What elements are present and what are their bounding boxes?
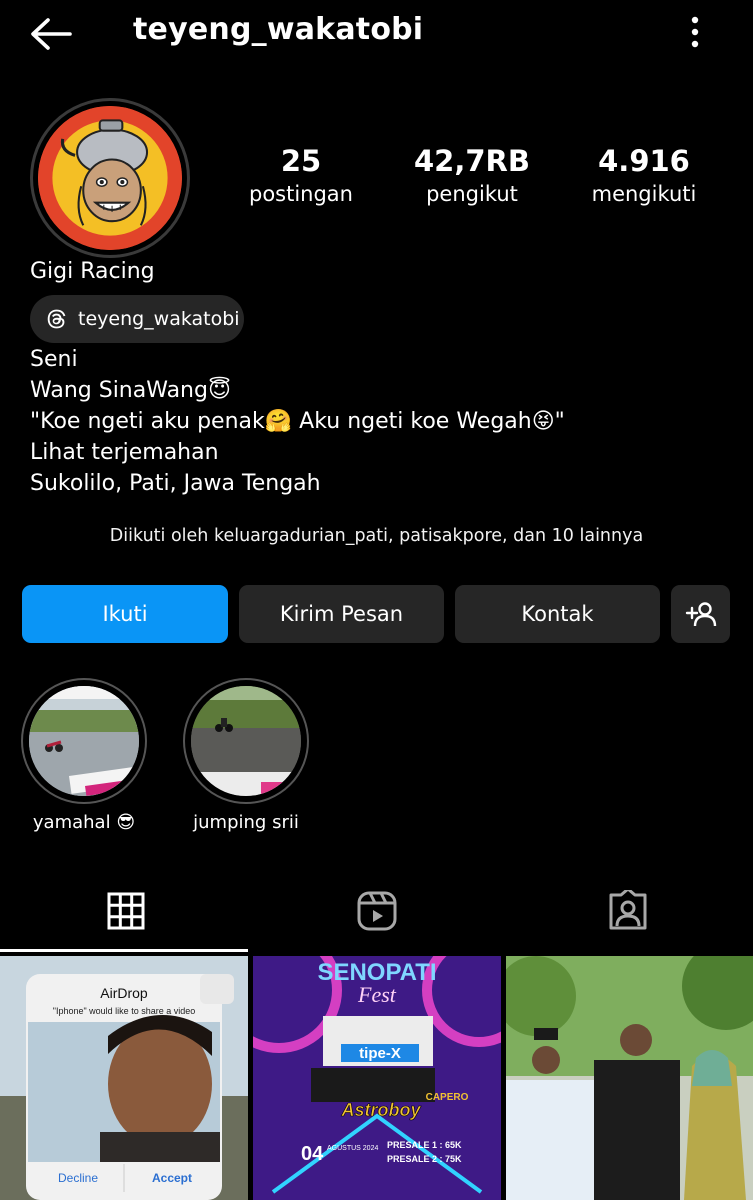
airdrop-accept: Accept — [152, 1171, 192, 1185]
bio-location: Sukolilo, Pati, Jawa Tengah — [30, 471, 321, 496]
post-date-month: AGUSTUS 2024 — [327, 1145, 378, 1152]
highlight-ring — [183, 678, 309, 804]
highlight-label: jumping srii — [193, 812, 299, 833]
stat-posts-value: 25 — [280, 144, 322, 178]
post-image: SENOPATI Fest tipe-X Astroboy CAPERO 04 … — [253, 956, 501, 1200]
back-arrow-icon[interactable] — [28, 14, 74, 54]
active-tab-indicator — [0, 949, 248, 952]
threads-link[interactable]: teyeng_wakatobi — [30, 295, 244, 343]
profile-name: Gigi Racing — [30, 259, 155, 284]
follow-button[interactable]: Ikuti — [22, 585, 228, 643]
stat-posts[interactable]: 25 postingan — [240, 144, 362, 206]
highlight-cover-image — [191, 686, 301, 796]
post-image — [506, 956, 753, 1200]
avatar-cartoon-icon — [38, 106, 182, 250]
suggested-users-button[interactable] — [671, 585, 730, 643]
profile-tabs — [0, 870, 753, 952]
grid-icon — [107, 892, 144, 930]
tab-reels[interactable] — [251, 870, 502, 952]
post-presale-2: PRESALE 2 : 75K — [387, 1154, 462, 1164]
threads-icon — [47, 309, 66, 329]
add-person-icon — [685, 602, 716, 627]
bio-line: Seni — [30, 347, 78, 372]
highlight-cover — [191, 686, 301, 796]
stat-following[interactable]: 4.916 mengikuti — [580, 144, 708, 206]
tagged-person-icon — [609, 890, 646, 930]
highlight-cover — [29, 686, 139, 796]
stat-posts-label: postingan — [248, 182, 353, 206]
post-date-day: 04 — [301, 1143, 324, 1165]
avatar-image — [38, 106, 182, 250]
followed-by-text[interactable]: Diikuti oleh keluargadurian_pati, patisa… — [0, 526, 753, 546]
profile-bio: Seni Wang SinaWang😇 "Koe ngeti aku penak… — [30, 344, 565, 499]
stat-following-label: mengikuti — [591, 182, 697, 206]
message-button[interactable]: Kirim Pesan — [239, 585, 444, 643]
reels-icon — [357, 891, 396, 931]
stat-followers[interactable]: 42,7RB pengikut — [408, 144, 536, 206]
story-highlight[interactable]: jumping srii — [182, 678, 310, 833]
post-band-1: tipe-X — [359, 1045, 401, 1062]
post-thumbnail[interactable] — [506, 956, 753, 1200]
highlight-ring — [21, 678, 147, 804]
stat-following-value: 4.916 — [598, 144, 690, 178]
post-presale-1: PRESALE 1 : 65K — [387, 1140, 462, 1150]
bio-line: Wang SinaWang😇 — [30, 378, 231, 403]
stat-followers-value: 42,7RB — [414, 144, 530, 178]
tab-posts-grid[interactable] — [0, 870, 251, 952]
contact-button[interactable]: Kontak — [455, 585, 660, 643]
airdrop-title: AirDrop — [100, 985, 148, 1001]
see-translation-link[interactable]: Lihat terjemahan — [30, 437, 565, 468]
profile-username: teyeng_wakatobi — [133, 12, 424, 47]
airdrop-subtitle: "Iphone" would like to share a video — [53, 1006, 195, 1016]
post-event-title-2: Fest — [357, 982, 397, 1007]
airdrop-decline: Decline — [58, 1171, 98, 1185]
top-bar: teyeng_wakatobi — [0, 0, 753, 66]
threads-handle: teyeng_wakatobi — [78, 308, 240, 330]
profile-avatar[interactable] — [30, 98, 190, 258]
stat-followers-label: pengikut — [426, 182, 518, 206]
post-band-3: CAPERO — [426, 1092, 469, 1103]
posts-grid: AirDrop "Iphone" would like to share a v… — [0, 956, 753, 1200]
tab-tagged[interactable] — [502, 870, 753, 952]
more-options-icon[interactable] — [680, 12, 710, 52]
highlight-cover-image — [29, 686, 139, 796]
highlight-label: yamahal 😎 — [32, 812, 136, 833]
bio-line: "Koe ngeti aku penak🤗 Aku ngeti koe Wega… — [30, 409, 565, 434]
post-thumbnail[interactable]: AirDrop "Iphone" would like to share a v… — [0, 956, 248, 1200]
post-image: AirDrop "Iphone" would like to share a v… — [0, 956, 248, 1200]
story-highlight[interactable]: yamahal 😎 — [20, 678, 148, 833]
post-thumbnail[interactable]: SENOPATI Fest tipe-X Astroboy CAPERO 04 … — [253, 956, 501, 1200]
